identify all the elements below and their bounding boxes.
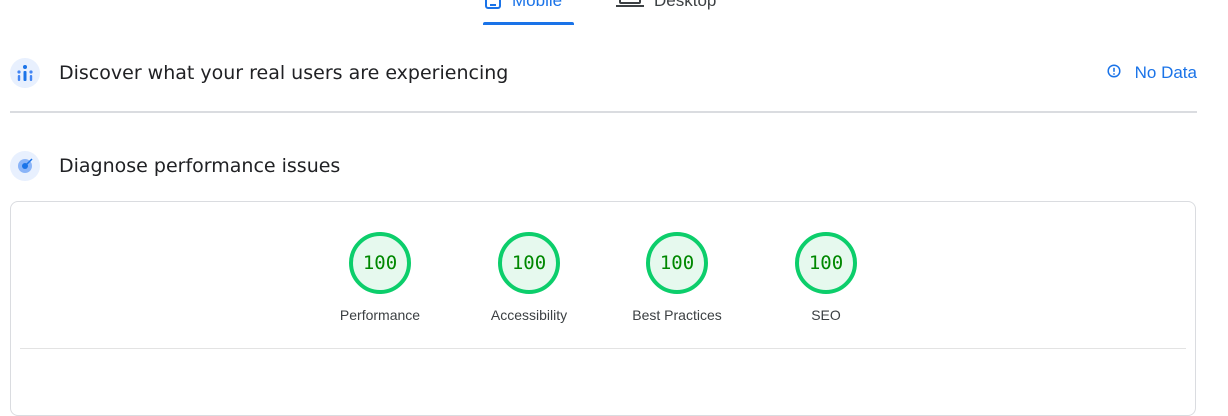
- no-data-link[interactable]: No Data: [1107, 53, 1197, 93]
- section-divider: [10, 111, 1197, 113]
- active-tab-indicator: [483, 22, 574, 25]
- gauge-label: SEO: [811, 307, 841, 323]
- score-gauge-performance[interactable]: 100 Performance: [320, 232, 440, 323]
- gauge-label: Performance: [339, 307, 421, 323]
- gauge-circle: 100: [498, 232, 560, 294]
- gauge-circle: 100: [795, 232, 857, 294]
- phone-icon: [484, 0, 502, 15]
- laptop-icon: [616, 0, 644, 14]
- score-gauge-seo[interactable]: 100 SEO: [766, 232, 886, 323]
- card-divider: [20, 348, 1186, 349]
- gauge-circle: 100: [646, 232, 708, 294]
- target-icon: [10, 151, 40, 181]
- device-tabs: Mobile Desktop: [0, 0, 1228, 30]
- lab-data-section: Diagnose performance issues: [10, 146, 1197, 186]
- gauge-label: Accessibility: [490, 307, 568, 323]
- score-gauge-best-practices[interactable]: 100 Best Practices: [617, 232, 737, 323]
- no-data-label: No Data: [1134, 63, 1197, 82]
- info-icon: [1107, 63, 1121, 83]
- scores-card: 100 Performance 100 Accessibility 100 Be…: [10, 201, 1196, 416]
- lab-data-title: Diagnose performance issues: [59, 155, 341, 177]
- users-chart-icon: [10, 58, 40, 88]
- field-data-title: Discover what your real users are experi…: [59, 62, 509, 84]
- field-data-section: Discover what your real users are experi…: [10, 53, 1197, 93]
- score-gauge-accessibility[interactable]: 100 Accessibility: [469, 232, 589, 323]
- tab-mobile-label: Mobile: [512, 0, 563, 10]
- tab-desktop-label: Desktop: [654, 0, 717, 10]
- gauge-circle: 100: [349, 232, 411, 294]
- gauge-label: Best Practices: [632, 307, 722, 323]
- tab-mobile[interactable]: Mobile: [484, 0, 562, 16]
- tab-desktop[interactable]: Desktop: [616, 0, 716, 16]
